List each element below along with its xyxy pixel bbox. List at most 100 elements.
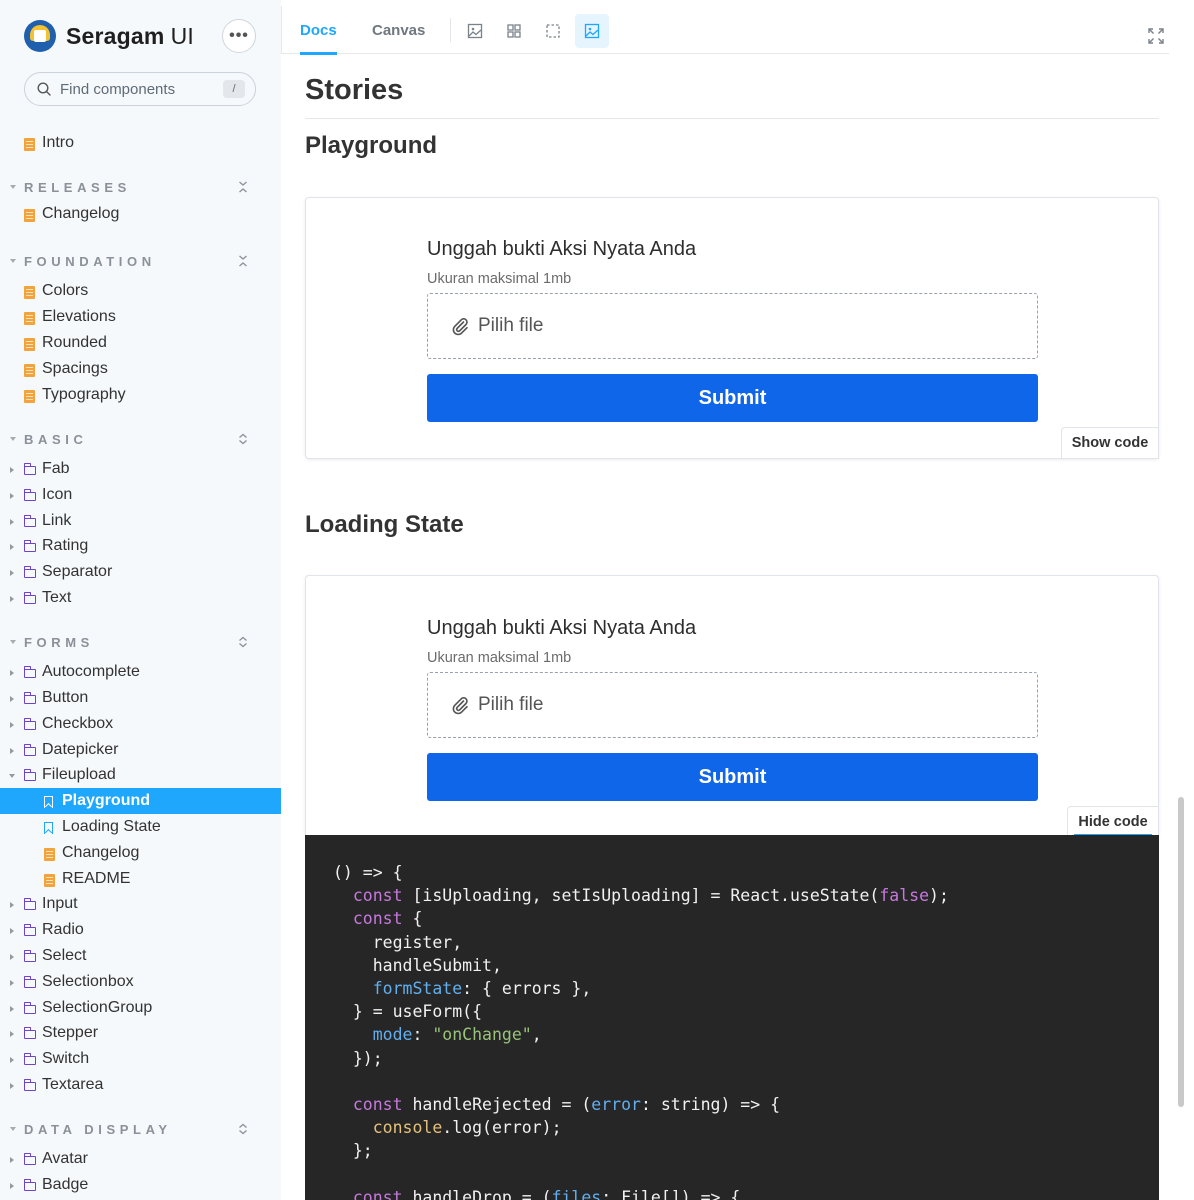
sidebar-item-typography[interactable]: Typography — [0, 382, 281, 408]
brand[interactable]: Seragam UI — [24, 18, 194, 54]
code-line: const handleDrop = (files: File[]) => { — [352, 1187, 741, 1200]
sidebar-item-rating[interactable]: Rating — [0, 533, 281, 559]
folder-icon — [23, 591, 36, 604]
sidebar-item-select[interactable]: Select — [0, 943, 281, 969]
sidebar-item-avatar[interactable]: Avatar — [0, 1146, 281, 1172]
outline-button[interactable] — [536, 14, 570, 48]
sidebar-item-autocomplete[interactable]: Autocomplete — [0, 659, 281, 685]
fullscreen-icon[interactable] — [1148, 28, 1164, 44]
section-title: RELEASES — [24, 180, 131, 196]
change-background-button[interactable] — [458, 14, 492, 48]
divider — [305, 118, 1159, 119]
section-releases[interactable]: RELEASES — [0, 175, 281, 201]
sidebar-item-label: Icon — [42, 485, 73, 503]
section-basic[interactable]: BASIC — [0, 427, 281, 453]
document-icon — [24, 209, 35, 223]
tab-canvas[interactable]: Canvas — [372, 6, 425, 54]
code-line: () => { — [333, 863, 403, 882]
document-icon — [24, 312, 35, 326]
sidebar-item-colors[interactable]: Colors — [0, 278, 281, 304]
expand-all-icon[interactable] — [236, 635, 250, 649]
stories-heading: Stories — [305, 74, 404, 106]
sidebar-menu-button[interactable]: ••• — [222, 19, 256, 53]
sidebar-item-separator[interactable]: Separator — [0, 559, 281, 585]
grid-icon — [507, 24, 521, 38]
section-data-display[interactable]: DATA DISPLAY — [0, 1117, 281, 1143]
collapse-all-icon[interactable] — [236, 180, 250, 194]
grid-button[interactable] — [497, 14, 531, 48]
folder-icon — [23, 1027, 36, 1040]
sidebar-item-textarea[interactable]: Textarea — [0, 1072, 281, 1098]
sidebar-item-text[interactable]: Text — [0, 585, 281, 611]
sidebar-item-changelog[interactable]: Changelog — [0, 201, 281, 227]
sidebar-item-label: Separator — [42, 563, 113, 581]
folder-icon — [23, 1153, 36, 1166]
sidebar-item-label: Switch — [42, 1050, 90, 1068]
section-foundation[interactable]: FOUNDATION — [0, 249, 281, 275]
background-toggle-button[interactable] — [575, 14, 609, 48]
sidebar-item-label: Autocomplete — [42, 663, 140, 681]
submit-button[interactable]: Submit — [427, 753, 1038, 801]
outline-icon — [546, 24, 560, 38]
sidebar-item-checkbox[interactable]: Checkbox — [0, 711, 281, 737]
sidebar-item-link[interactable]: Link — [0, 508, 281, 534]
code-line: } = useForm({ — [333, 1002, 483, 1022]
sidebar-item-changelog[interactable]: Changelog — [0, 840, 281, 866]
sidebar-item-label: Changelog — [62, 843, 140, 861]
sidebar-item-button[interactable]: Button — [0, 685, 281, 711]
sidebar-item-label: SelectionGroup — [42, 998, 153, 1016]
file-dropzone[interactable]: Pilih file — [427, 672, 1038, 738]
story-preview-loading-state: Unggah bukti Aksi Nyata Anda Ukuran maks… — [305, 575, 1159, 838]
sidebar-item-fab[interactable]: Fab — [0, 456, 281, 482]
sidebar-item-spacings[interactable]: Spacings — [0, 356, 281, 382]
tab-docs[interactable]: Docs — [300, 6, 337, 55]
sidebar-item-input[interactable]: Input — [0, 891, 281, 917]
sidebar-item-fileupload[interactable]: Fileupload — [0, 762, 281, 788]
search-input[interactable] — [60, 80, 210, 98]
section-title: FORMS — [24, 635, 94, 651]
sidebar-item-badge[interactable]: Badge — [0, 1172, 281, 1198]
sidebar-item-rounded[interactable]: Rounded — [0, 330, 281, 356]
folder-icon — [23, 1001, 36, 1014]
sidebar-item-switch[interactable]: Switch — [0, 1046, 281, 1072]
show-code-button[interactable]: Show code — [1061, 427, 1159, 459]
sidebar-nav: Intro RELEASES Changelog FOUNDATION Colors El… — [0, 130, 281, 1198]
sidebar-item-label: Radio — [42, 921, 84, 939]
collapse-all-icon[interactable] — [236, 254, 250, 268]
search-shortcut: / — [223, 80, 245, 98]
image-icon — [584, 23, 600, 39]
sidebar-item-datepicker[interactable]: Datepicker — [0, 737, 281, 763]
section-caret-icon — [10, 259, 16, 264]
folder-icon — [23, 666, 36, 679]
sidebar-item-intro[interactable]: Intro — [0, 130, 281, 156]
sidebar-item-icon[interactable]: Icon — [0, 482, 281, 508]
sidebar-item-readme[interactable]: README — [0, 866, 281, 892]
paperclip-icon — [452, 697, 468, 715]
sidebar-item-label: Button — [42, 689, 89, 707]
sidebar-item-stepper[interactable]: Stepper — [0, 1020, 281, 1046]
sidebar-item-selectiongroup[interactable]: SelectionGroup — [0, 995, 281, 1021]
search-box[interactable]: / — [24, 72, 256, 106]
expand-caret-icon — [10, 466, 14, 473]
file-label: Pilih file — [478, 694, 544, 715]
section-forms[interactable]: FORMS — [0, 630, 281, 656]
section-caret-icon — [10, 640, 16, 645]
sidebar-item-loading-state[interactable]: Loading State — [0, 814, 281, 840]
folder-icon — [23, 743, 36, 756]
submit-button[interactable]: Submit — [427, 374, 1038, 422]
expand-all-icon[interactable] — [236, 432, 250, 446]
scrollbar[interactable] — [1178, 797, 1184, 1107]
code-line: register, — [333, 932, 463, 952]
sidebar: SeragamUI ••• / Intro RELEASES Changelog FO… — [0, 0, 281, 1200]
sidebar-item-elevations[interactable]: Elevations — [0, 304, 281, 330]
document-icon — [24, 337, 35, 351]
sidebar-item-selectionbox[interactable]: Selectionbox — [0, 969, 281, 995]
expand-caret-icon — [10, 1183, 14, 1190]
hide-code-button[interactable]: Hide code — [1067, 806, 1159, 838]
file-dropzone[interactable]: Pilih file — [427, 293, 1038, 359]
sidebar-item-playground[interactable]: Playground — [0, 788, 281, 815]
expand-all-icon[interactable] — [236, 1122, 250, 1136]
story-title-loading-state: Loading State — [305, 511, 464, 538]
folder-icon — [23, 692, 36, 705]
sidebar-item-radio[interactable]: Radio — [0, 917, 281, 943]
